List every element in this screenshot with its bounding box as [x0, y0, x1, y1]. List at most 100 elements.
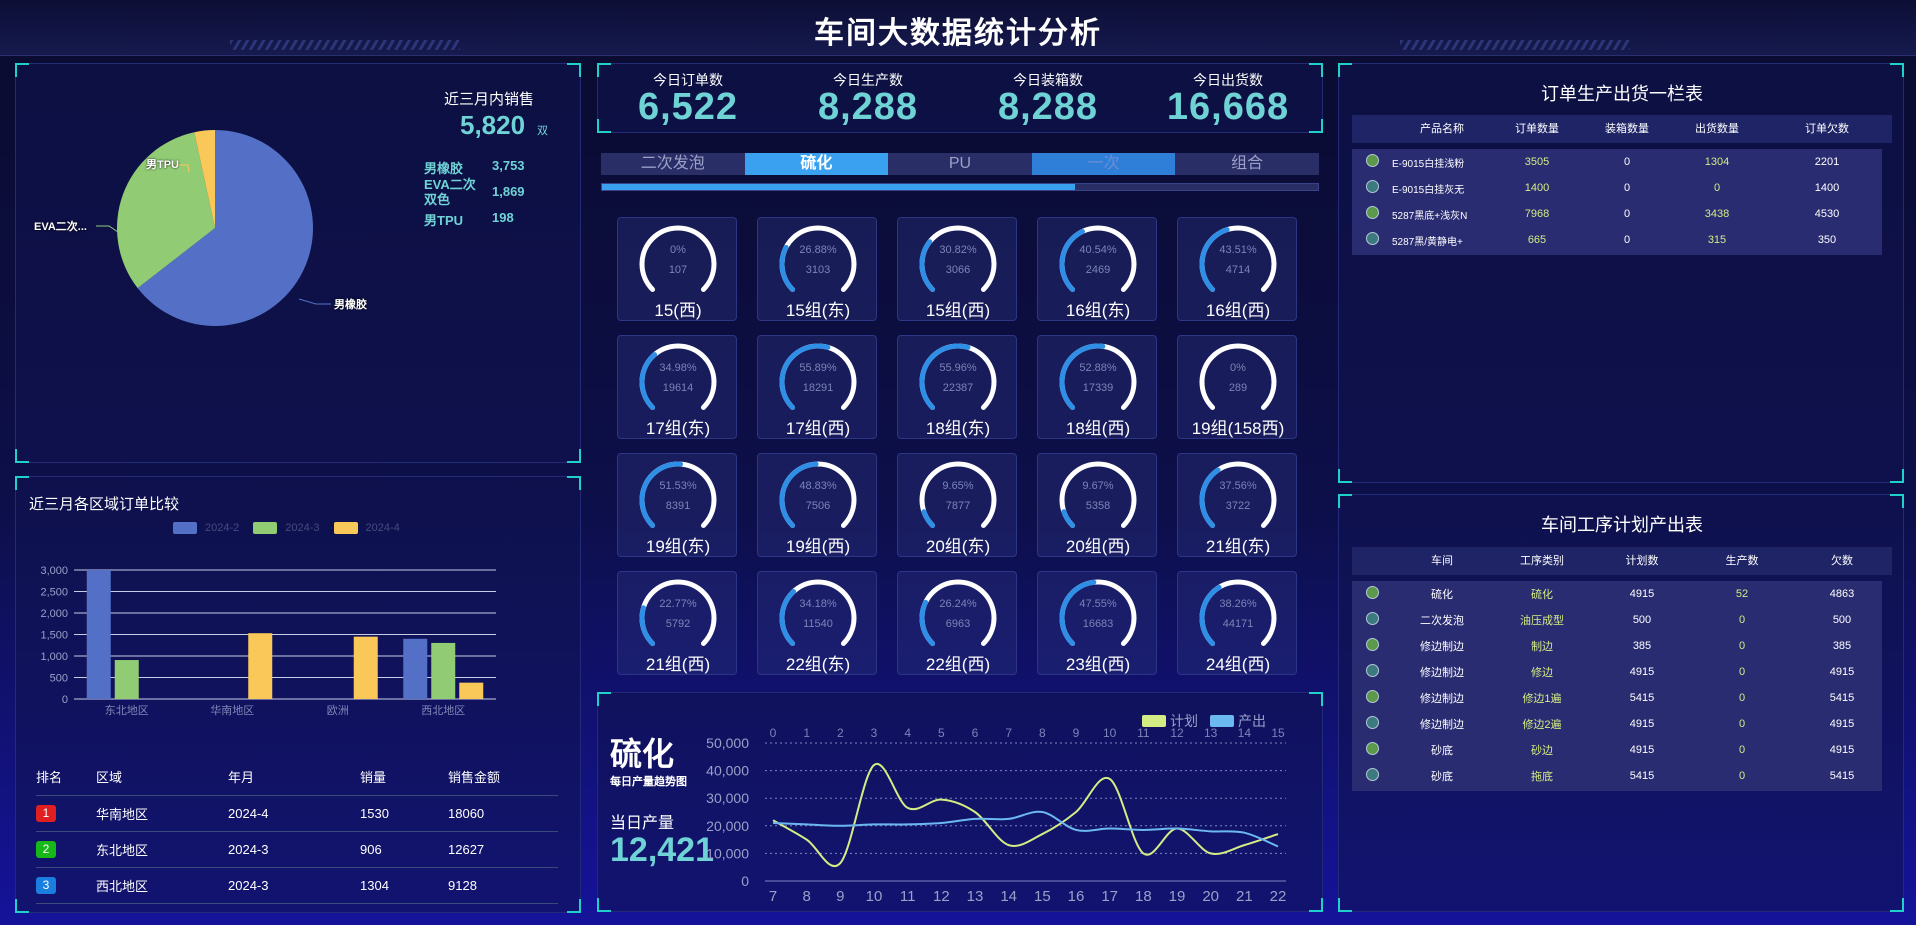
gauge-fill: [1061, 509, 1076, 528]
cell-qty: 1530: [360, 795, 448, 832]
cell-made: 0: [1738, 692, 1746, 704]
cell-shop: 二次发泡: [1420, 615, 1464, 627]
top-tick-label: 12: [1170, 726, 1184, 740]
pie-label-tpu: 男TPU: [146, 159, 179, 171]
tab-vulcanize[interactable]: 硫化: [744, 153, 889, 175]
tab-foam[interactable]: 二次发泡: [601, 153, 745, 175]
gauge-count: 6963: [945, 618, 971, 630]
trend-panel: 硫化 每日产量趋势图 当日产量 12,421 计划 产出 0 10,000 20,0…: [597, 692, 1323, 912]
gauge-count: 3722: [1225, 500, 1251, 512]
tab-combo[interactable]: 组合: [1175, 153, 1319, 175]
gauge-card: 55.89% 18291 17组(西): [757, 335, 877, 439]
gauge-fill: [919, 343, 971, 410]
gauge-percent: 34.18%: [799, 598, 837, 610]
cell-shop: 修边制边: [1420, 693, 1464, 705]
top-tick-label: 2: [837, 726, 844, 740]
gauge-percent: 0%: [1230, 362, 1246, 374]
bar: [86, 570, 111, 699]
gauge-percent: 22.77%: [659, 598, 697, 610]
cell-type: 拖底: [1531, 771, 1553, 783]
cell-order: 1400: [1524, 182, 1550, 194]
tab-primary[interactable]: 一次: [1031, 153, 1176, 175]
cell-packed: 0: [1623, 156, 1631, 168]
table-row: 修边制边 修边 4915 0 4915: [1352, 659, 1892, 685]
kpi-value-produced: 8,288: [817, 86, 919, 128]
cell-made: 0: [1738, 718, 1746, 730]
gauge-fill: [1059, 579, 1097, 646]
cell-owed: 2201: [1814, 156, 1840, 168]
kpi-value-packed: 8,288: [997, 86, 1099, 128]
gauge-fill: [779, 461, 819, 528]
gauge-percent: 37.56%: [1219, 480, 1257, 492]
gauge-percent: 40.54%: [1079, 244, 1117, 256]
kpi-value-orders: 6,522: [637, 86, 739, 128]
gauge-group-name: 22组(西): [925, 655, 991, 674]
cell-qty: 1304: [360, 867, 448, 904]
rank-table-header: 排名 区域 年月 销量 销售金额: [36, 759, 558, 796]
table-row: 2 东北地区 2024-3 906 12627: [36, 831, 558, 868]
x-tick-label: 21: [1236, 888, 1253, 905]
x-tick-label: 22: [1270, 888, 1287, 905]
cell-shipped: 1304: [1704, 156, 1730, 168]
cell-made: 0: [1738, 614, 1746, 626]
top-tick-label: 5: [938, 726, 945, 740]
table-row: 砂底 砂边 4915 0 4915: [1352, 737, 1892, 763]
gauge-ring: [919, 225, 997, 292]
cell-region: 东北地区: [96, 831, 228, 868]
cell-owed: 4863: [1829, 588, 1855, 600]
cell-owed: 385: [1832, 640, 1852, 652]
sales-pie-chart: [96, 130, 331, 326]
gauge-group-name: 17组(西): [785, 419, 851, 438]
cell-amount: 9128: [448, 867, 558, 904]
order-table-header: 产品名称 订单数量 装箱数量 出货数量 订单欠数: [1352, 115, 1892, 141]
cell-month: 2024-3: [228, 867, 360, 904]
cell-order: 7968: [1524, 208, 1550, 220]
x-tick-label: 12: [933, 888, 950, 905]
gauge-fill: [1199, 227, 1230, 292]
process-table: 车间 工序类别 计划数 生产数 欠数 硫化 硫化 4915 52 4863 二次…: [1352, 547, 1892, 789]
rank-table: 排名 区域 年月 销量 销售金额 1 华南地区 2024-4 1530 1806…: [36, 759, 558, 904]
gauge-count: 16683: [1082, 618, 1114, 630]
status-dot: [1365, 180, 1379, 193]
gauge-fill: [1199, 584, 1222, 646]
cell-made: 52: [1735, 588, 1749, 600]
cell-owed: 4530: [1814, 208, 1840, 220]
gauge-percent: 55.89%: [799, 362, 837, 374]
gauge-count: 3066: [945, 264, 971, 276]
gauge-percent: 26.88%: [799, 244, 837, 256]
header-cell: 销量: [360, 759, 448, 796]
gauge-card: 0% 107 15(西): [617, 217, 737, 321]
gauge-count: 7877: [945, 500, 971, 512]
gauge-fill: [1059, 229, 1085, 292]
header-cell: 区域: [96, 759, 228, 796]
table-row: 修边制边 修边2遍 4915 0 4915: [1352, 711, 1892, 737]
gauge-group-name: 19组(西): [785, 537, 851, 556]
sales-unit: 双: [537, 125, 548, 137]
table-row: 1 华南地区 2024-4 1530 18060: [36, 795, 558, 832]
header-cell: 工序类别: [1520, 555, 1564, 567]
gauge-group-name: 21组(西): [645, 655, 711, 674]
gauge-ring: [779, 225, 857, 292]
process-panel: 车间工序计划产出表 车间 工序类别 计划数 生产数 欠数 硫化 硫化 4915 …: [1338, 494, 1904, 912]
gauge-card: 9.67% 5358 20组(西): [1037, 453, 1157, 557]
tab-pu[interactable]: PU: [888, 153, 1032, 175]
gauge-percent: 55.96%: [939, 362, 977, 374]
y-tick-label: 1,000: [40, 651, 68, 663]
rank-badge: 1: [36, 804, 56, 822]
cell-shop: 修边制边: [1420, 641, 1464, 653]
table-row: 砂底 拖底 5415 0 5415: [1352, 763, 1892, 789]
legend-value-eva: 1,869: [492, 184, 525, 199]
gauge-track: [1199, 343, 1277, 410]
gauge-percent: 43.51%: [1219, 244, 1257, 256]
top-tick-label: 3: [871, 726, 878, 740]
gauge-ring: [639, 461, 717, 528]
x-tick-label: 8: [802, 888, 810, 905]
region-bar-chart: 0 500 1,000 1,500 2,000 2,500 3,000 东北地区 华南地区 欧洲 西…: [40, 565, 496, 717]
gauge-ring: [779, 343, 857, 410]
gauge-count: 3103: [805, 264, 831, 276]
cell-plan: 5415: [1629, 692, 1655, 704]
cell-month: 2024-3: [228, 831, 360, 868]
top-tick-label: 14: [1238, 726, 1252, 740]
gauge-fill: [639, 461, 684, 528]
legend-name-rubber: 男橡胶: [424, 161, 464, 176]
